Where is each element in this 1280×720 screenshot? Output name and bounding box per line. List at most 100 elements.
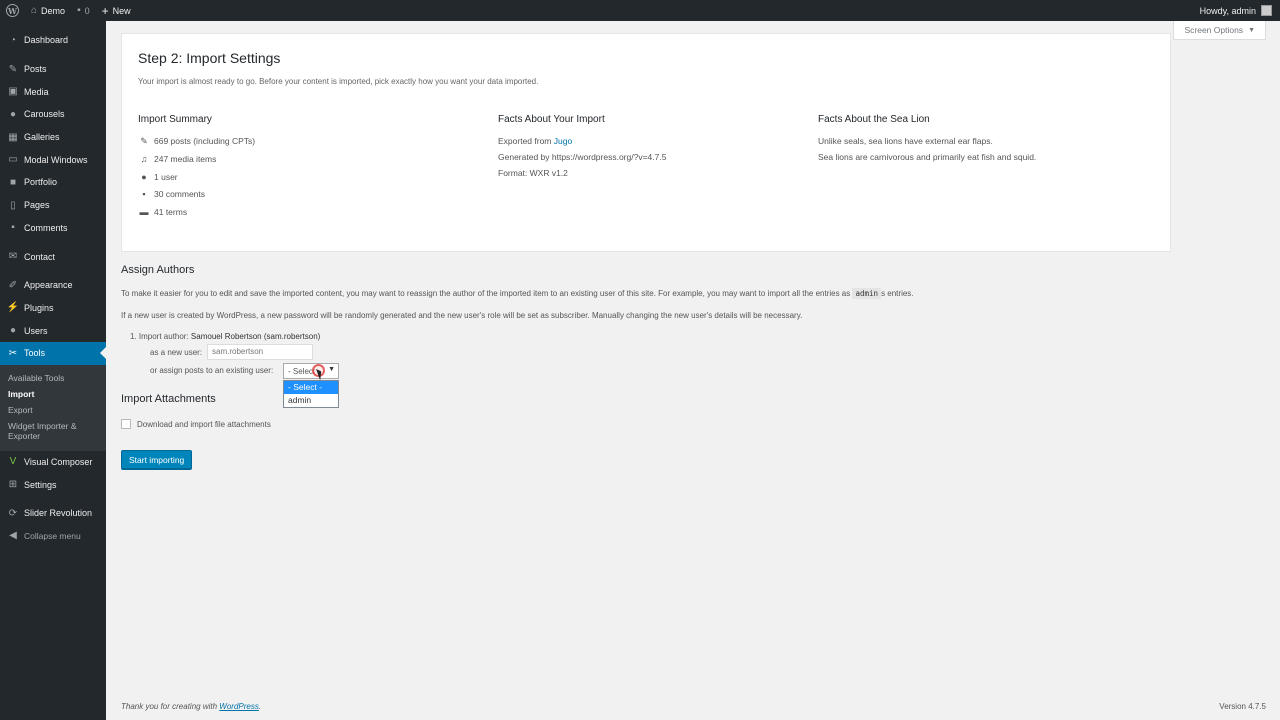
summary-text: 30 comments — [154, 189, 206, 200]
comment-icon: ▪ — [142, 189, 146, 200]
sealion-heading: Facts About the Sea Lion — [818, 114, 930, 125]
menu-plugins[interactable]: ⚡ Plugins — [0, 297, 106, 320]
exported-site-link[interactable]: Jugo — [554, 136, 572, 146]
para1-text: To make it easier for you to edit and sa… — [121, 289, 853, 298]
pin-icon: ✎ — [140, 135, 148, 146]
menu-galleries[interactable]: ▦ Galleries — [0, 126, 106, 149]
existing-user-dropdown: - Select - admin — [283, 380, 339, 408]
wp-logo-menu[interactable]: W — [0, 0, 25, 21]
comment-icon: ▪ — [11, 222, 15, 234]
author-line: 1. Import author: Samouel Robertson (sam… — [130, 332, 320, 342]
page-icon: ▯ — [10, 199, 16, 211]
menu-media[interactable]: ▣ Media — [0, 80, 106, 103]
menu-posts[interactable]: ✎ Posts — [0, 58, 106, 81]
folder-icon: ▬ — [139, 207, 149, 218]
carousel-icon: ● — [9, 108, 17, 120]
summary-terms: ▬ 41 terms — [138, 201, 255, 224]
menu-label: Settings — [24, 479, 57, 490]
menu-contact[interactable]: ✉ Contact — [0, 245, 106, 268]
new-user-label: as a new user: — [150, 348, 203, 357]
comments-count: 0 — [84, 5, 90, 16]
dropdown-option[interactable]: - Select - — [284, 381, 338, 394]
start-importing-button[interactable]: Start importing — [121, 450, 193, 469]
menu-pages[interactable]: ▯ Pages — [0, 194, 106, 217]
menu-label: Users — [24, 325, 48, 336]
slider-icon: ⟳ — [8, 507, 18, 519]
submenu-export[interactable]: Export — [0, 402, 106, 418]
exported-prefix: Exported from — [498, 136, 554, 146]
collapse-icon: ◀ — [9, 530, 17, 542]
submenu-widget-importer[interactable]: Widget Importer & Exporter — [0, 418, 106, 444]
summary-text: 247 media items — [154, 154, 217, 165]
menu-portfolio[interactable]: ■ Portfolio — [0, 171, 106, 194]
existing-user-select[interactable]: - Select - ▼ — [283, 363, 339, 379]
menu-collapse[interactable]: ◀ Collapse menu — [0, 525, 106, 548]
user-icon: ● — [9, 325, 17, 337]
menu-label: Tools — [24, 348, 46, 359]
new-user-field[interactable]: sam.robertson — [207, 344, 313, 360]
brush-icon: ✐ — [8, 279, 18, 291]
plugin-icon: ⚡ — [6, 302, 20, 314]
menu-dashboard[interactable]: ◔ Dashboard — [0, 29, 106, 52]
assign-authors-para2: If a new user is created by WordPress, a… — [121, 311, 803, 320]
attachments-checkbox[interactable] — [121, 419, 131, 429]
menu-label: Galleries — [24, 132, 60, 143]
summary-heading: Import Summary — [138, 114, 212, 125]
admin-menu: ◔ Dashboard ✎ Posts ▣ Media ● Carousels ▦ Gal… — [0, 21, 106, 720]
howdy-text: Howdy, admin — [1199, 5, 1256, 16]
gallery-icon: ▦ — [8, 131, 18, 143]
menu-label: Appearance — [24, 280, 73, 291]
plus-icon: + — [101, 3, 109, 18]
menu-label: Pages — [24, 200, 50, 211]
admin-code: admin — [852, 288, 882, 299]
vc-icon: V — [9, 456, 17, 468]
para1-text-end: s entries. — [881, 289, 914, 298]
menu-label: Comments — [24, 222, 68, 233]
page-title: Step 2: Import Settings — [138, 50, 281, 66]
menu-comments[interactable]: ▪ Comments — [0, 217, 106, 240]
menu-modal-windows[interactable]: ▭ Modal Windows — [0, 148, 106, 171]
import-facts: Facts About Your Import Exported from Ju… — [498, 114, 666, 183]
comments-link[interactable]: ▪ 0 — [71, 0, 96, 21]
author-prefix: 1. Import author: — [130, 332, 191, 341]
menu-carousels[interactable]: ● Carousels — [0, 103, 106, 126]
import-summary: Import Summary ✎ 669 posts (including CPT… — [138, 114, 255, 223]
window-icon: ▭ — [8, 154, 18, 166]
summary-text: 1 user — [154, 171, 178, 182]
menu-settings[interactable]: ⊞ Settings — [0, 473, 106, 496]
footer-thanks-suffix: . — [258, 702, 262, 711]
portfolio-icon: ■ — [9, 176, 17, 188]
menu-label: Visual Composer — [24, 456, 93, 467]
attachments-checkbox-label[interactable]: Download and import file attachments — [137, 420, 271, 429]
tools-submenu: Available Tools Import Export Widget Imp… — [0, 364, 106, 451]
menu-tools[interactable]: ✂ Tools — [0, 341, 106, 365]
facts-format: Format: WXR v1.2 — [498, 168, 568, 178]
comment-bubble-icon: ▪ — [77, 5, 81, 16]
intro-text: Your import is almost ready to go. Befor… — [138, 77, 539, 86]
admin-bar: W ⌂ Demo ▪ 0 + New Howdy, admin — [0, 0, 1280, 21]
menu-users[interactable]: ● Users — [0, 319, 106, 342]
menu-slider-revolution[interactable]: ⟳ Slider Revolution — [0, 502, 106, 525]
import-settings-card: Step 2: Import Settings Your import is a… — [121, 33, 1171, 252]
my-account[interactable]: Howdy, admin — [1200, 5, 1280, 16]
sea-lion-facts: Facts About the Sea Lion Unlike seals, s… — [818, 114, 1036, 167]
media-icon: ♫ — [140, 154, 148, 165]
wordpress-link[interactable]: WordPress — [219, 702, 259, 711]
select-arrow-icon: ▼ — [328, 366, 335, 373]
assign-authors-heading: Assign Authors — [121, 264, 195, 276]
dropdown-option[interactable]: admin — [284, 394, 338, 407]
menu-appearance[interactable]: ✐ Appearance — [0, 274, 106, 297]
author-row: 1. Import author: Samouel Robertson (sam… — [130, 332, 320, 375]
menu-visual-composer[interactable]: V Visual Composer — [0, 451, 106, 474]
avatar — [1261, 5, 1272, 16]
new-content-link[interactable]: + New — [96, 0, 137, 21]
footer-thanks-prefix: Thank you for creating with — [121, 702, 220, 711]
menu-label: Contact — [24, 251, 56, 262]
menu-label: Posts — [24, 64, 47, 75]
site-name-link[interactable]: ⌂ Demo — [25, 0, 71, 21]
submenu-available-tools[interactable]: Available Tools — [0, 370, 106, 386]
user-icon: ● — [141, 171, 147, 182]
submenu-import[interactable]: Import — [0, 386, 106, 402]
home-icon: ⌂ — [31, 5, 38, 16]
sealion-fact: Sea lions are carnivorous and primarily … — [818, 152, 1037, 162]
